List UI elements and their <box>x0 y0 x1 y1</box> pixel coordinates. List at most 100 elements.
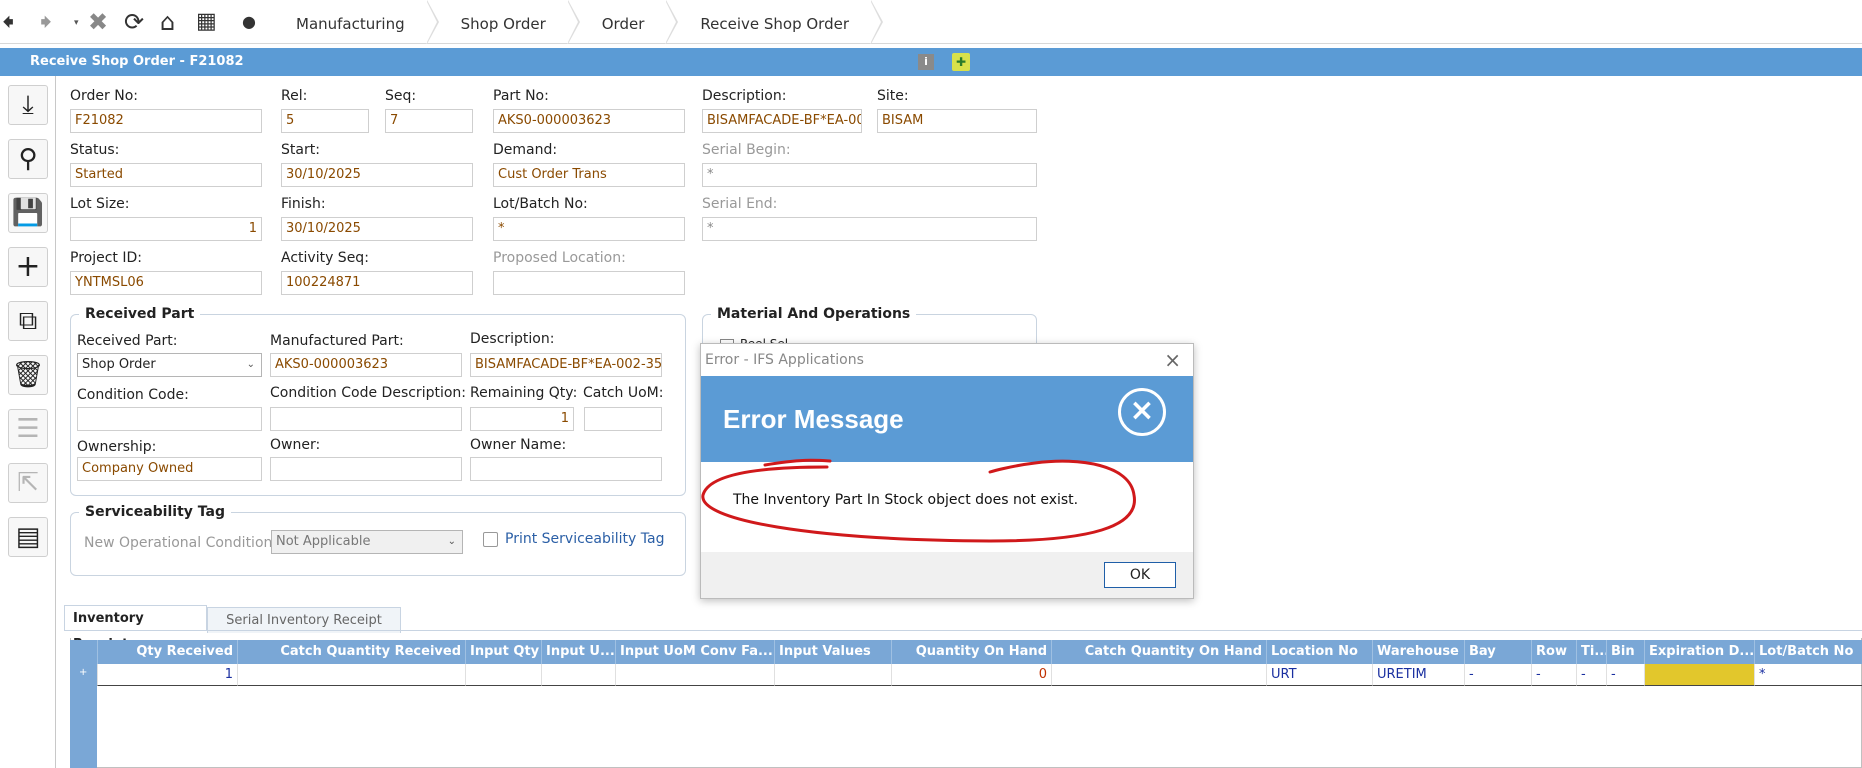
col-location-no[interactable]: Location No <box>1266 640 1372 664</box>
chevron-down-icon: ⌄ <box>447 536 456 547</box>
description-field[interactable]: BISAMFACADE-BF*EA-00 <box>702 109 862 133</box>
rel-field[interactable]: 5 <box>281 109 369 133</box>
home-icon[interactable]: ⌂ <box>160 10 175 34</box>
cell-input-uom-conv[interactable] <box>615 664 774 686</box>
search-icon[interactable]: ⚲ <box>8 139 48 179</box>
col-qty-received[interactable]: Qty Received <box>97 640 237 664</box>
part-no-field[interactable]: AKS0-000003623 <box>493 109 685 133</box>
start-field[interactable]: 30/10/2025 <box>281 163 473 187</box>
print-serviceability-checkbox[interactable] <box>483 532 498 547</box>
error-dialog-header: Error Message × <box>701 376 1193 462</box>
cell-catch-qty-received[interactable] <box>237 664 465 686</box>
close-icon[interactable]: ✖ <box>88 10 108 34</box>
cell-bin[interactable]: - <box>1606 664 1644 686</box>
ownership-field[interactable]: Company Owned <box>77 457 262 481</box>
new-op-condition-select[interactable]: Not Applicable ⌄ <box>271 530 463 554</box>
status-field[interactable]: Started <box>70 163 262 187</box>
refresh-icon[interactable]: ⟳ <box>124 10 144 34</box>
col-catch-qty-received[interactable]: Catch Quantity Received <box>237 640 465 664</box>
cell-input-qty[interactable] <box>465 664 541 686</box>
received-part-select[interactable]: Shop Order ⌄ <box>77 353 262 377</box>
note-icon[interactable]: ✚ <box>952 53 970 71</box>
col-input-qty[interactable]: Input Qty <box>465 640 541 664</box>
col-input-uom[interactable]: Input U... <box>541 640 615 664</box>
breadcrumb-order[interactable]: Order <box>574 0 679 44</box>
condition-code-desc-field[interactable] <box>270 407 462 431</box>
remaining-qty-field[interactable]: 1 <box>470 407 574 431</box>
delete-icon[interactable]: 🗑 <box>8 355 48 395</box>
error-heading: Error Message <box>723 404 904 434</box>
cell-input-uom[interactable] <box>541 664 615 686</box>
received-part-value: Shop Order <box>82 357 156 372</box>
cell-expiration-date[interactable] <box>1644 664 1754 686</box>
seq-field[interactable]: 7 <box>385 109 473 133</box>
forward-dropdown-icon[interactable]: ▾ <box>74 18 79 28</box>
back-arrow-icon[interactable]: 🠸 <box>2 10 14 34</box>
catch-uom-label: Catch UoM: <box>583 385 664 401</box>
col-bin[interactable]: Bin <box>1606 640 1644 664</box>
lot-size-field[interactable]: 1 <box>70 217 262 241</box>
activity-seq-field[interactable]: 100224871 <box>281 271 473 295</box>
col-lot-batch-no[interactable]: Lot/Batch No <box>1754 640 1862 664</box>
col-bay[interactable]: Bay <box>1464 640 1531 664</box>
received-description-field[interactable]: BISAMFACADE-BF*EA-002-350 <box>470 353 662 377</box>
cell-catch-qty-on-hand[interactable] <box>1051 664 1266 686</box>
start-label: Start: <box>281 142 320 158</box>
cell-input-values[interactable] <box>774 664 891 686</box>
col-row[interactable]: Row <box>1531 640 1576 664</box>
ok-button[interactable]: OK <box>1104 562 1176 588</box>
catch-uom-field[interactable] <box>584 407 662 431</box>
save-icon[interactable]: 💾 <box>8 193 48 233</box>
cell-warehouse[interactable]: URETIM <box>1372 664 1464 686</box>
col-quantity-on-hand[interactable]: Quantity On Hand <box>891 640 1051 664</box>
site-field[interactable]: BISAM <box>877 109 1037 133</box>
cell-qty-received[interactable]: 1 <box>97 664 237 686</box>
proposed-location-label: Proposed Location: <box>493 250 626 266</box>
details-list-icon[interactable]: ▤ <box>8 517 48 557</box>
col-warehouse[interactable]: Warehouse <box>1372 640 1464 664</box>
breadcrumb-receive-shop-order[interactable]: Receive Shop Order <box>672 0 883 44</box>
cell-bay[interactable]: - <box>1464 664 1531 686</box>
manufactured-part-field[interactable]: AKS0-000003623 <box>270 353 462 377</box>
print-serviceability-label: Print Serviceability Tag <box>505 531 665 547</box>
error-dialog-title: Error - IFS Applications <box>705 352 864 368</box>
serial-end-field[interactable]: * <box>702 217 1037 241</box>
breadcrumb-manufacturing[interactable]: Manufacturing <box>268 0 439 44</box>
close-icon[interactable]: × <box>1164 344 1181 376</box>
lot-batch-field[interactable]: * <box>493 217 685 241</box>
grid-header: Qty Received Catch Quantity Received Inp… <box>70 640 1862 664</box>
owner-name-field[interactable] <box>470 457 662 481</box>
new-op-condition-value: Not Applicable <box>276 534 371 549</box>
project-id-field[interactable]: YNTMSL06 <box>70 271 262 295</box>
new-op-condition-label: New Operational Condition: <box>84 535 278 551</box>
app-grid-icon[interactable]: ▦ <box>196 10 217 34</box>
condition-code-field[interactable] <box>77 407 262 431</box>
cell-tier[interactable]: - <box>1576 664 1606 686</box>
cell-lot-batch-no[interactable]: * <box>1754 664 1862 686</box>
col-input-values[interactable]: Input Values <box>774 640 891 664</box>
owner-field[interactable] <box>270 457 462 481</box>
proposed-location-field[interactable] <box>493 271 685 295</box>
duplicate-icon[interactable]: ⧉ <box>8 301 48 341</box>
col-input-uom-conv[interactable]: Input UoM Conv Fa... <box>615 640 774 664</box>
expand-icon[interactable]: ⇱ <box>8 463 48 503</box>
col-expiration-date[interactable]: Expiration D... <box>1644 640 1754 664</box>
cell-location-no[interactable]: URT <box>1266 664 1372 686</box>
list-icon[interactable]: ☰ <box>8 409 48 449</box>
info-icon[interactable]: i <box>918 54 934 70</box>
tab-inventory-receipt[interactable]: Inventory Receipt <box>64 605 207 652</box>
cell-quantity-on-hand[interactable]: 0 <box>891 664 1051 686</box>
serial-begin-field[interactable]: * <box>702 163 1037 187</box>
cell-row[interactable]: - <box>1531 664 1576 686</box>
download-icon[interactable]: ⤓ <box>8 85 48 125</box>
serial-end-label: Serial End: <box>702 196 778 212</box>
finish-field[interactable]: 30/10/2025 <box>281 217 473 241</box>
breadcrumb-shop-order[interactable]: Shop Order <box>433 0 580 44</box>
col-catch-qty-on-hand[interactable]: Catch Quantity On Hand <box>1051 640 1266 664</box>
col-tier[interactable]: Ti... <box>1576 640 1606 664</box>
add-icon[interactable]: + <box>8 247 48 287</box>
order-no-field[interactable]: F21082 <box>70 109 262 133</box>
forward-arrow-icon[interactable]: 🠺 <box>40 10 52 34</box>
demand-field[interactable]: Cust Order Trans <box>493 163 685 187</box>
order-no-label: Order No: <box>70 88 138 104</box>
